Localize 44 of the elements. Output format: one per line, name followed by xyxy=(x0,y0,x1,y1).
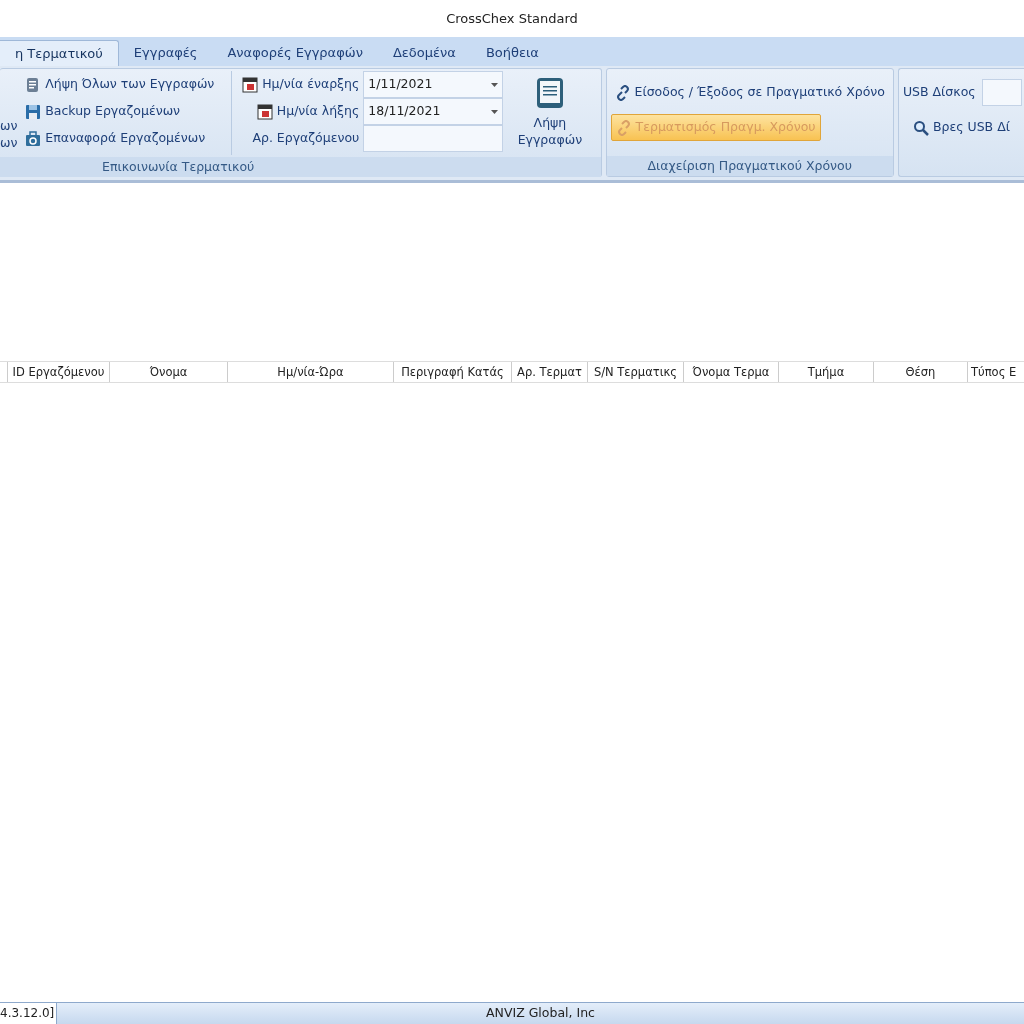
ribbon-tab[interactable]: η Τερματικού xyxy=(0,40,119,66)
calendar-icon xyxy=(242,76,259,93)
group-label: Επικοινωνία Τερματικού xyxy=(0,156,601,177)
download-records-button[interactable]: Λήψη Εγγραφών xyxy=(503,71,597,155)
input-field[interactable]: 1/11/2021 xyxy=(363,71,504,98)
column-header[interactable]: Περιγραφή Κατάς xyxy=(394,362,512,382)
column-header[interactable]: Όνομα Τερμα xyxy=(684,362,779,382)
ribbon-tab[interactable]: Αναφορές Εγγραφών xyxy=(212,40,378,66)
button-label[interactable]: ων xyxy=(0,133,22,151)
field-label: Ημ/νία έναρξης xyxy=(262,75,360,94)
ribbon-button[interactable]: Backup Εργαζομένων xyxy=(21,98,231,125)
column-header[interactable]: Αρ. Τερματ xyxy=(512,362,588,382)
input-field[interactable] xyxy=(363,125,504,152)
dropdown-caret-icon[interactable] xyxy=(491,109,499,114)
ribbon-tab[interactable]: Βοήθεια xyxy=(470,40,554,66)
dropdown-caret-icon[interactable] xyxy=(491,82,499,87)
field-label: Ημ/νία λήξης xyxy=(276,102,360,121)
document-icon xyxy=(534,77,565,111)
window-title: CrossChex Standard xyxy=(446,9,578,28)
input-field[interactable] xyxy=(981,79,1022,106)
chain-link-icon xyxy=(614,84,631,101)
ribbon-tab[interactable]: Δεδομένα xyxy=(377,40,471,66)
calendar-icon xyxy=(256,103,273,120)
input-field[interactable]: 18/11/2021 xyxy=(363,98,504,125)
ribbon-tab[interactable]: Εγγραφές xyxy=(118,40,213,66)
column-header[interactable]: ID Εργαζόμενου xyxy=(8,362,110,382)
column-header[interactable]: Τύπος Ε xyxy=(968,362,1024,382)
broken-link-icon xyxy=(615,119,632,136)
version-text: 4.3.12.0] xyxy=(0,1006,55,1020)
column-header[interactable]: Θέση xyxy=(874,362,968,382)
ribbon-button[interactable]: Επαναφορά Εργαζομένων xyxy=(21,125,231,152)
button-label[interactable]: ων xyxy=(0,116,22,134)
column-header[interactable]: S/N Τερματικς xyxy=(588,362,684,382)
find-usb-button[interactable]: Βρες USB Δί xyxy=(908,114,1014,141)
column-header[interactable]: Τμήμα xyxy=(779,362,874,382)
search-icon xyxy=(912,119,929,136)
field-label: Αρ. Εργαζόμενου xyxy=(252,129,360,148)
field-label: USB Δίσκος xyxy=(902,83,976,102)
ribbon-button[interactable]: Λήψη Όλων των Εγγραφών xyxy=(21,71,231,98)
ribbon-button[interactable]: Είσοδος / Έξοδος σε Πραγματικό Χρόνο xyxy=(610,79,889,106)
column-header[interactable]: Ημ/νία-Ώρα xyxy=(228,362,394,382)
group-label: Διαχείριση Πραγματικού Χρόνου xyxy=(606,156,893,176)
company-text: ANVIZ Global, Inc xyxy=(486,1005,595,1020)
column-header[interactable]: Όνομα xyxy=(110,362,228,382)
